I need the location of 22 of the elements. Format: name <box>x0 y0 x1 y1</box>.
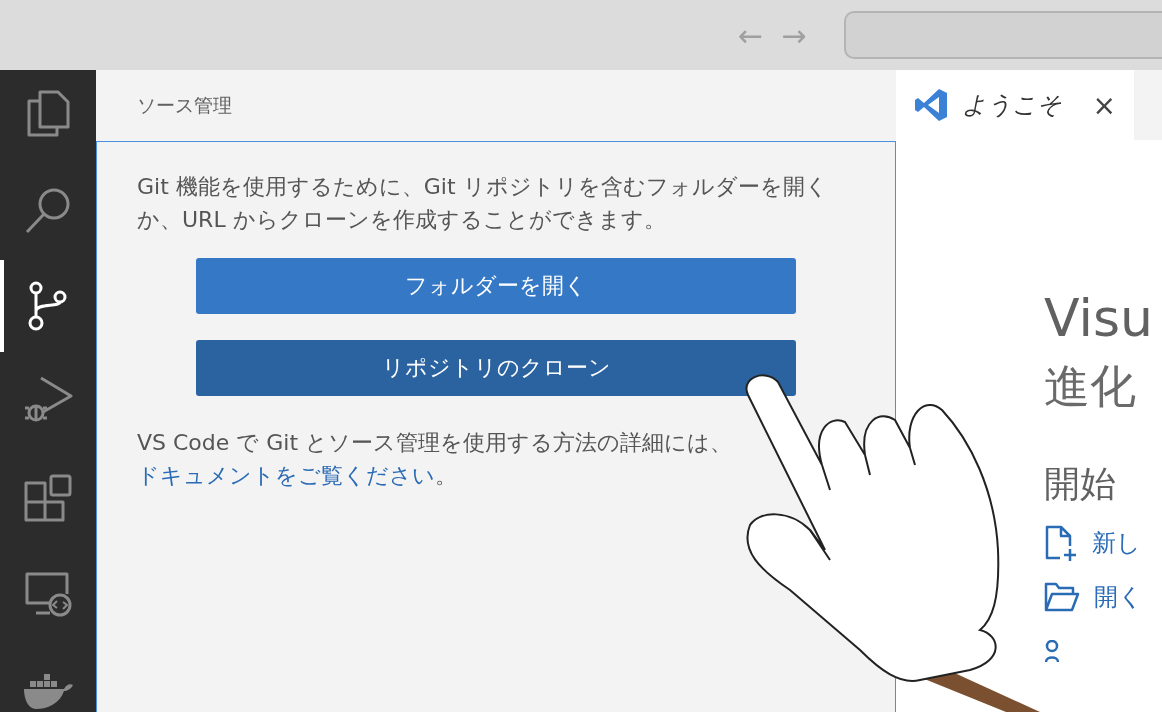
start-link[interactable]: 開く <box>1094 581 1143 613</box>
files-icon <box>25 90 71 138</box>
editor-tab[interactable]: ようこそ × <box>896 70 1134 140</box>
search-icon <box>24 187 72 235</box>
new-file-icon <box>1044 525 1078 561</box>
docs-link[interactable]: ドキュメントをご覧ください <box>137 463 435 488</box>
welcome-subtitle: 進化 <box>1044 358 1137 415</box>
remote-monitor-icon <box>24 571 72 617</box>
start-heading: 開始 <box>1044 462 1117 506</box>
scm-message: Git 機能を使用するために、Git リポジトリを含むフォルダーを開くか、URL からクローンを作成することができます。 <box>137 173 829 234</box>
branch-icon <box>28 281 68 331</box>
help-text: VS Code で Git とソース管理を使用する方法の詳細には、 ドキュメントをご覧ください。 <box>137 429 734 490</box>
folder-icon <box>1044 582 1080 612</box>
command-center-field[interactable] <box>844 11 1162 59</box>
extensions-icon <box>23 473 73 523</box>
vscode-logo-icon <box>914 88 948 122</box>
sidebar-title: ソース管理 <box>136 92 233 118</box>
action-button[interactable]: フォルダーを開く <box>196 258 796 314</box>
close-icon[interactable]: × <box>1092 88 1116 122</box>
welcome-title: Visu <box>1044 287 1154 350</box>
start-link[interactable]: 新し <box>1092 527 1141 559</box>
action-button[interactable]: リポジトリのクローン <box>196 340 796 396</box>
